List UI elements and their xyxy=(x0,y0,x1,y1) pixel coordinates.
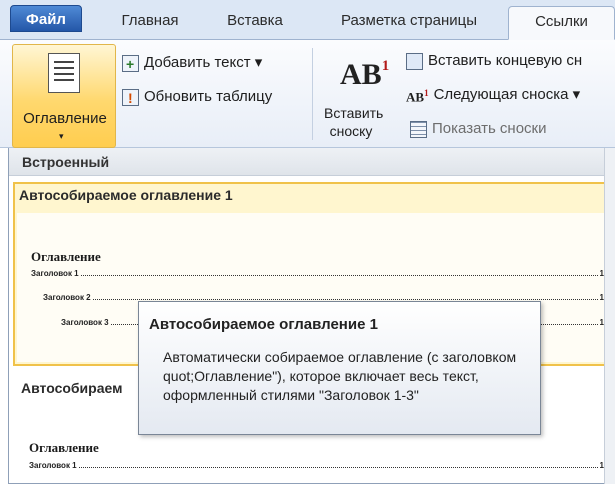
toc-preview-entry: Заголовок 11 xyxy=(31,269,604,278)
next-footnote-label: Следующая сноска ▾ xyxy=(433,86,581,103)
next-footnote-button[interactable]: AB1 Следующая сноска ▾ xyxy=(406,84,580,106)
gallery-item-title: Автособираемое оглавление 1 xyxy=(19,187,233,203)
next-footnote-icon-sup: 1 xyxy=(424,87,429,98)
toc-button-label: Оглавление xyxy=(23,110,107,127)
tooltip-body: Автоматически собираемое оглавление (с з… xyxy=(163,349,517,403)
show-notes-button[interactable]: Показать сноски xyxy=(410,118,547,140)
tab-page-layout[interactable]: Разметка страницы xyxy=(318,6,500,40)
ribbon-panel: Оглавление ▾ Добавить текст ▾ Обновить т… xyxy=(0,40,615,148)
ab-text: AB xyxy=(340,58,382,91)
toc-entry-text: Заголовок 1 xyxy=(29,461,77,470)
tab-references[interactable]: Ссылки xyxy=(508,6,615,40)
tooltip: Автособираемое оглавление 1 Автоматическ… xyxy=(138,301,541,435)
toc-entry-text: Заголовок 1 xyxy=(31,269,79,278)
update-table-button[interactable]: Обновить таблицу xyxy=(122,86,273,109)
update-table-icon xyxy=(122,87,139,109)
insert-endnote-icon xyxy=(406,52,423,70)
toc-leader-dots xyxy=(92,299,598,300)
toc-leader-dots xyxy=(78,467,598,468)
show-notes-label: Показать сноски xyxy=(432,120,547,137)
insert-footnote-label-2: сноску xyxy=(329,123,373,139)
ribbon-tab-strip: Файл Главная Вставка Разметка страницы С… xyxy=(0,0,615,40)
add-text-button[interactable]: Добавить текст ▾ xyxy=(122,52,263,75)
toc-preview-entry: Заголовок 11 xyxy=(29,461,604,470)
toc-preview-heading: Оглавление xyxy=(29,440,99,455)
insert-endnote-button[interactable]: Вставить концевую сн xyxy=(406,50,582,72)
tab-home[interactable]: Главная xyxy=(108,6,192,40)
toc-gallery-item-2[interactable]: Автособираем xyxy=(21,380,122,396)
next-footnote-icon: AB1 xyxy=(406,82,429,108)
insert-footnote-button[interactable]: Вставить сноску xyxy=(324,104,384,140)
show-notes-icon xyxy=(410,120,427,138)
group-separator xyxy=(312,48,313,140)
insert-footnote-label-1: Вставить xyxy=(324,105,384,121)
ab-sup: 1 xyxy=(381,58,390,74)
toc-entry-text: Заголовок 2 xyxy=(43,293,91,302)
insert-endnote-label: Вставить концевую сн xyxy=(428,52,583,69)
toc-preview-heading: Оглавление xyxy=(31,249,101,264)
toc-button[interactable]: Оглавление ▾ xyxy=(12,44,116,148)
toc-leader-dots xyxy=(80,275,598,276)
table-of-contents-icon xyxy=(48,53,80,93)
update-table-label: Обновить таблицу xyxy=(144,88,273,105)
add-text-label: Добавить текст ▾ xyxy=(144,54,263,71)
tab-insert[interactable]: Вставка xyxy=(210,6,300,40)
gallery-scrollbar[interactable] xyxy=(604,148,615,484)
chevron-down-icon: ▾ xyxy=(59,131,64,141)
tooltip-title: Автособираемое оглавление 1 xyxy=(149,316,378,333)
next-footnote-icon-text: AB xyxy=(406,89,425,105)
add-text-icon xyxy=(122,53,139,75)
tab-file[interactable]: Файл xyxy=(10,5,82,32)
toc-entry-text: Заголовок 3 xyxy=(61,318,109,327)
gallery-section-header: Встроенный xyxy=(9,148,615,176)
insert-footnote-icon: AB1 xyxy=(340,58,389,92)
